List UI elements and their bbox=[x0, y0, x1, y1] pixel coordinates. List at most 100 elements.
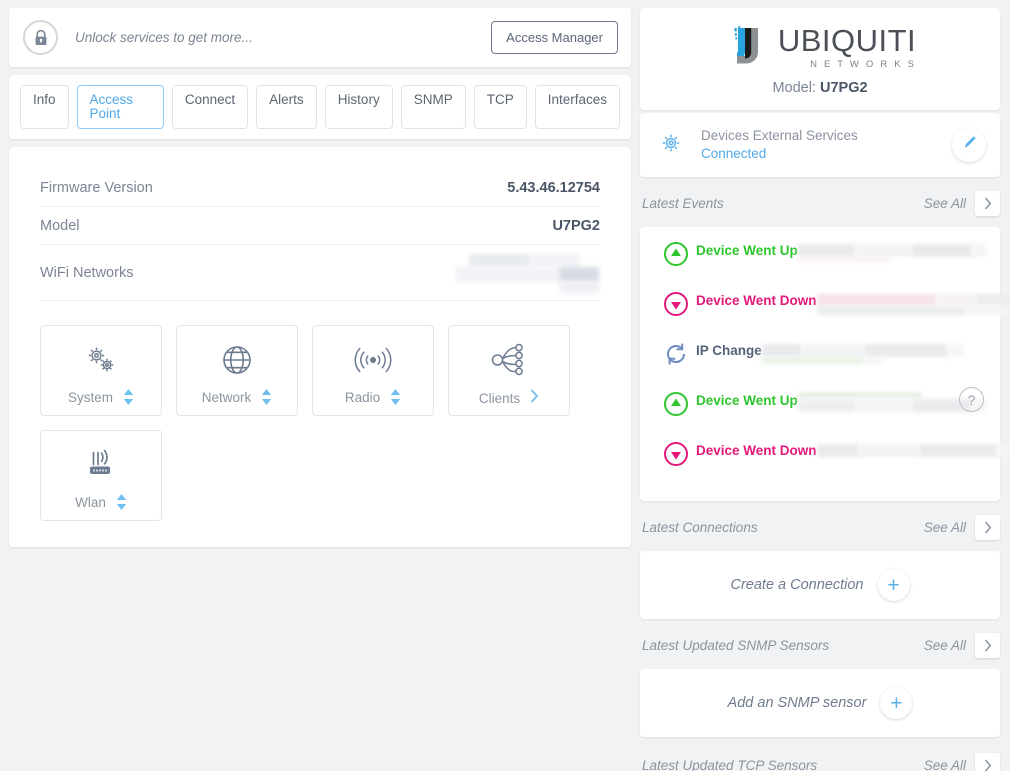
section-title: Latest Events bbox=[642, 196, 724, 212]
tab-info[interactable]: Info bbox=[20, 85, 69, 129]
updown-arrows-icon[interactable] bbox=[261, 389, 272, 405]
latest-events-list: Device Went Up Device Went Down IP Chang… bbox=[640, 227, 1010, 502]
info-row: WiFi Networks bbox=[40, 245, 600, 301]
event-title: IP Change bbox=[696, 343, 762, 359]
gear-icon bbox=[658, 130, 684, 161]
app-root: Unlock services to get more... Access Ma… bbox=[0, 0, 1010, 771]
plus-icon[interactable]: + bbox=[877, 569, 910, 602]
external-services-title: Devices External Services bbox=[701, 128, 858, 143]
section-header-latest-snmp: Latest Updated SNMP Sensors See All bbox=[640, 619, 1000, 669]
tile-network[interactable]: Network bbox=[176, 325, 298, 416]
tile-system[interactable]: System bbox=[40, 325, 162, 416]
section-actions: See All bbox=[924, 753, 1000, 771]
left-column: Unlock services to get more... Access Ma… bbox=[0, 0, 640, 771]
external-services-card[interactable]: Devices External Services Connected bbox=[640, 113, 1000, 178]
event-item[interactable]: Device Went Up bbox=[656, 241, 986, 291]
tile-radio[interactable]: Radio bbox=[312, 325, 434, 416]
refresh-circle-icon bbox=[663, 341, 689, 373]
chevron-right-icon[interactable] bbox=[975, 633, 1000, 659]
tile-clients[interactable]: Clients bbox=[448, 325, 570, 416]
plus-icon[interactable]: + bbox=[880, 687, 913, 720]
event-item[interactable]: Device Went Down bbox=[656, 291, 1010, 341]
tab-access-point[interactable]: Access Point bbox=[76, 85, 164, 129]
add-snmp-sensor-card[interactable]: Add an SNMP sensor + bbox=[640, 669, 1000, 738]
device-model-label: Model: bbox=[772, 80, 816, 96]
external-services-status: Connected bbox=[701, 146, 767, 162]
event-body: IP Change bbox=[696, 341, 984, 365]
add-snmp-sensor-label: Add an SNMP sensor bbox=[727, 695, 867, 712]
edit-button[interactable] bbox=[952, 128, 986, 163]
see-all-link[interactable]: See All bbox=[924, 758, 966, 771]
chevron-right-icon[interactable] bbox=[530, 389, 539, 408]
see-all-link[interactable]: See All bbox=[924, 520, 966, 535]
device-info-panel: Firmware Version 5.43.46.12754 Model U7P… bbox=[9, 147, 631, 547]
brand-subtitle: N E T W O R K S bbox=[810, 58, 917, 70]
create-connection-label: Create a Connection bbox=[730, 577, 864, 594]
access-manager-button[interactable]: Access Manager bbox=[491, 21, 618, 54]
tile-footer: Clients bbox=[449, 389, 569, 408]
updown-arrows-icon[interactable] bbox=[116, 494, 127, 510]
info-value-model: U7PG2 bbox=[552, 217, 600, 234]
info-label-model: Model bbox=[40, 217, 80, 234]
info-row: Model U7PG2 bbox=[40, 207, 600, 245]
updown-arrows-icon[interactable] bbox=[390, 389, 401, 405]
updown-arrows-icon[interactable] bbox=[123, 389, 134, 405]
device-brand-card: UBIQUITI N E T W O R K S Model: U7PG2 bbox=[640, 8, 1000, 110]
event-item[interactable]: Device Went Down bbox=[656, 441, 1010, 485]
see-all-link[interactable]: See All bbox=[924, 638, 966, 653]
chevron-right-icon[interactable] bbox=[975, 515, 1000, 541]
event-body: Device Went Down bbox=[696, 441, 1010, 460]
section-header-latest-tcp: Latest Updated TCP Sensors See All bbox=[640, 737, 1000, 771]
right-sidebar: UBIQUITI N E T W O R K S Model: U7PG2 De… bbox=[640, 0, 1010, 771]
feature-tiles: System Network Radio Clients Wlan bbox=[40, 325, 600, 521]
tile-label: Network bbox=[201, 389, 252, 405]
unlock-message: Unlock services to get more... bbox=[75, 30, 253, 45]
event-title: Device Went Down bbox=[696, 443, 817, 459]
section-header-latest-events: Latest Events See All bbox=[640, 177, 1000, 227]
section-title: Latest Updated SNMP Sensors bbox=[642, 638, 830, 654]
tile-label: Radio bbox=[344, 389, 381, 405]
tile-footer: Network bbox=[177, 389, 297, 405]
tile-label: Clients bbox=[478, 391, 521, 406]
see-all-link[interactable]: See All bbox=[924, 196, 966, 211]
tab-history[interactable]: History bbox=[324, 85, 393, 129]
tab-alerts[interactable]: Alerts bbox=[256, 85, 317, 129]
event-gutter bbox=[656, 291, 696, 323]
info-label-wifi-networks: WiFi Networks bbox=[40, 264, 134, 281]
tile-wlan[interactable]: Wlan bbox=[40, 430, 162, 521]
signal-icon bbox=[352, 340, 394, 380]
tab-interfaces[interactable]: Interfaces bbox=[534, 85, 620, 129]
device-model-value: U7PG2 bbox=[820, 80, 868, 96]
event-body: Device Went Up bbox=[696, 391, 986, 413]
section-header-latest-connections: Latest Connections See All bbox=[640, 501, 1000, 551]
event-item[interactable]: Device Went Up bbox=[656, 391, 986, 441]
tile-label: Wlan bbox=[75, 494, 106, 510]
brand-name: UBIQUITI bbox=[777, 22, 917, 58]
create-connection-card[interactable]: Create a Connection + bbox=[640, 551, 1000, 620]
gears-icon bbox=[84, 340, 118, 380]
tile-footer: Wlan bbox=[41, 494, 161, 510]
tab-snmp[interactable]: SNMP bbox=[400, 85, 466, 129]
info-value-firmware: 5.43.46.12754 bbox=[507, 179, 600, 196]
section-actions: See All bbox=[924, 515, 1000, 541]
event-gutter bbox=[656, 391, 696, 423]
event-body: Device Went Down bbox=[696, 291, 1010, 316]
info-row: Firmware Version 5.43.46.12754 bbox=[40, 169, 600, 207]
arrow-down-circle-icon bbox=[663, 441, 689, 473]
event-body: Device Went Up bbox=[696, 241, 986, 263]
tab-connect[interactable]: Connect bbox=[171, 85, 249, 129]
router-icon bbox=[83, 445, 119, 485]
section-actions: See All bbox=[924, 191, 1000, 217]
event-title: Device Went Up bbox=[696, 393, 798, 409]
tab-tcp[interactable]: TCP bbox=[473, 85, 527, 129]
pencil-icon bbox=[962, 135, 977, 155]
event-title: Device Went Down bbox=[696, 293, 817, 309]
ubiquiti-networks-logo: UBIQUITI N E T W O R K S bbox=[640, 24, 1000, 70]
unlock-services-bar: Unlock services to get more... Access Ma… bbox=[9, 8, 631, 67]
info-value-wifi-networks-redacted bbox=[455, 252, 600, 294]
tile-footer: Radio bbox=[313, 389, 433, 405]
chevron-right-icon[interactable] bbox=[975, 191, 1000, 217]
chevron-right-icon[interactable] bbox=[975, 753, 1000, 771]
clients-icon bbox=[488, 340, 530, 380]
event-item[interactable]: IP Change bbox=[656, 341, 984, 391]
